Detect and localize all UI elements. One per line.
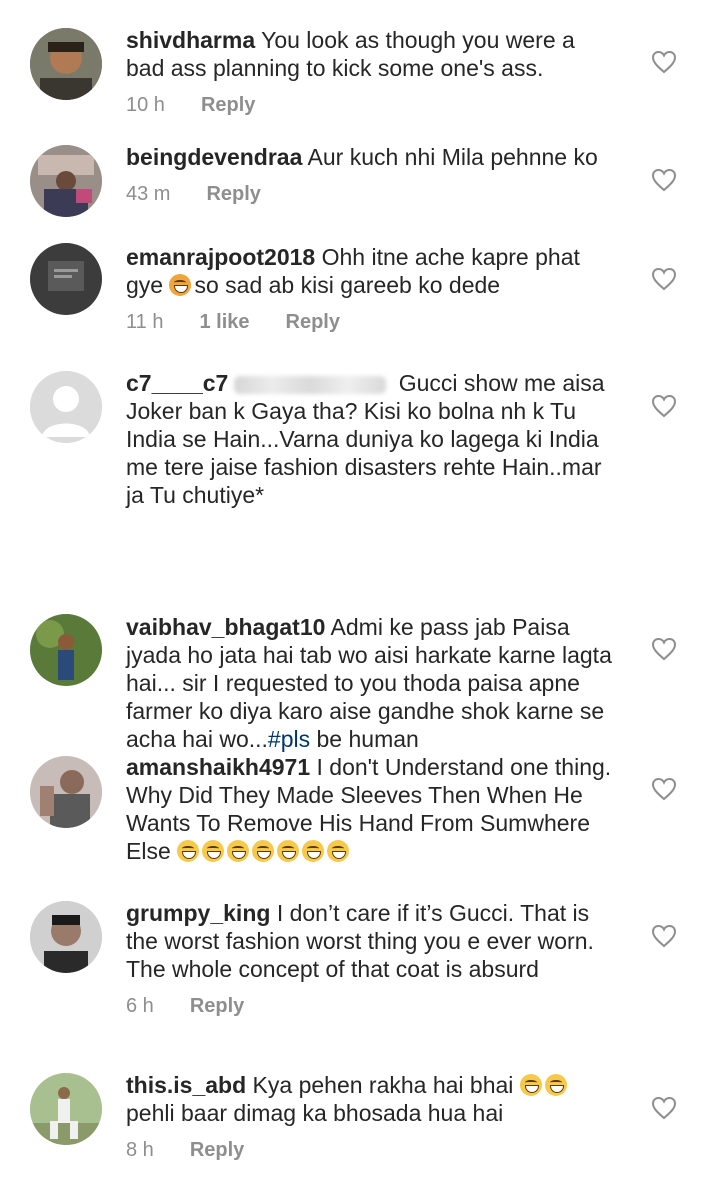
- comment-time: 43 m: [126, 183, 171, 205]
- heart-outline-icon[interactable]: [651, 267, 677, 291]
- avatar[interactable]: [30, 145, 102, 217]
- grinning-squinting-face-icon: [252, 840, 275, 862]
- heart-outline-icon[interactable]: [651, 50, 677, 74]
- comment-meta: 11 h 1 like Reply: [126, 309, 616, 335]
- comment-username[interactable]: c7____c7: [126, 370, 228, 396]
- reply-button[interactable]: Reply: [190, 993, 244, 1019]
- comment-time: 11 h: [126, 311, 164, 333]
- grinning-squinting-face-icon: [227, 840, 250, 862]
- comment-meta: 6 h Reply: [126, 993, 616, 1019]
- comment-time: 10 h: [126, 94, 165, 116]
- redacted-text: [234, 375, 387, 394]
- reply-button[interactable]: Reply: [190, 1137, 244, 1163]
- comment-username[interactable]: this.is_abd: [126, 1072, 246, 1098]
- comment-text: grumpy_king I don’t care if it’s Gucci. …: [126, 900, 594, 982]
- avatar[interactable]: [30, 28, 102, 100]
- comment-username[interactable]: grumpy_king: [126, 900, 270, 926]
- comment-meta: 10 h Reply: [126, 92, 616, 118]
- reply-button[interactable]: Reply: [206, 181, 260, 207]
- avatar[interactable]: [30, 1073, 102, 1145]
- default-avatar-icon[interactable]: [30, 371, 102, 443]
- like-count[interactable]: 1 like: [199, 309, 249, 335]
- avatar[interactable]: [30, 614, 102, 686]
- avatar[interactable]: [30, 901, 102, 973]
- crying-face-icon: [169, 274, 192, 296]
- grinning-squinting-face-icon: [277, 840, 300, 862]
- heart-outline-icon[interactable]: [651, 777, 677, 801]
- reply-button[interactable]: Reply: [201, 92, 255, 118]
- grinning-squinting-face-icon: [327, 840, 350, 862]
- heart-outline-icon[interactable]: [651, 924, 677, 948]
- reply-button[interactable]: Reply: [286, 309, 340, 335]
- comment-username[interactable]: emanrajpoot2018: [126, 244, 315, 270]
- comment-username[interactable]: beingdevendraa: [126, 144, 302, 170]
- comment-meta: 43 m Reply: [126, 181, 616, 207]
- grinning-squinting-face-icon: [177, 840, 200, 862]
- comment-text: shivdharma You look as though you were a…: [126, 27, 575, 81]
- heart-outline-icon[interactable]: [651, 1096, 677, 1120]
- grinning-squinting-face-icon: [302, 840, 325, 862]
- comment-text: amanshaikh4971 I don't Understand one th…: [126, 754, 612, 864]
- grinning-squinting-face-icon: [544, 1074, 567, 1096]
- grinning-squinting-face-icon: [202, 840, 225, 862]
- heart-outline-icon[interactable]: [651, 637, 677, 661]
- comment-username[interactable]: shivdharma: [126, 27, 255, 53]
- comment-text: c7____c7 Gucci show me aisa Joker ban k …: [126, 370, 605, 508]
- comment-username[interactable]: amanshaikh4971: [126, 754, 310, 780]
- avatar[interactable]: [30, 243, 102, 315]
- hashtag-link[interactable]: #pls: [268, 726, 310, 752]
- comment-text: emanrajpoot2018 Ohh itne ache kapre phat…: [126, 244, 580, 298]
- comment-username[interactable]: vaibhav_bhagat10: [126, 614, 325, 640]
- heart-outline-icon[interactable]: [651, 394, 677, 418]
- grinning-squinting-face-icon: [519, 1074, 542, 1096]
- comment-time: 6 h: [126, 995, 154, 1017]
- heart-outline-icon[interactable]: [651, 168, 677, 192]
- avatar[interactable]: [30, 756, 102, 828]
- comment-text: vaibhav_bhagat10 Admi ke pass jab Paisa …: [126, 614, 612, 752]
- comment-text: this.is_abd Kya pehen rakha hai bhai peh…: [126, 1071, 616, 1127]
- comment-meta: 8 h Reply: [126, 1137, 616, 1163]
- comment-time: 8 h: [126, 1139, 154, 1161]
- comment-text: beingdevendraa Aur kuch nhi Mila pehnne …: [126, 144, 598, 170]
